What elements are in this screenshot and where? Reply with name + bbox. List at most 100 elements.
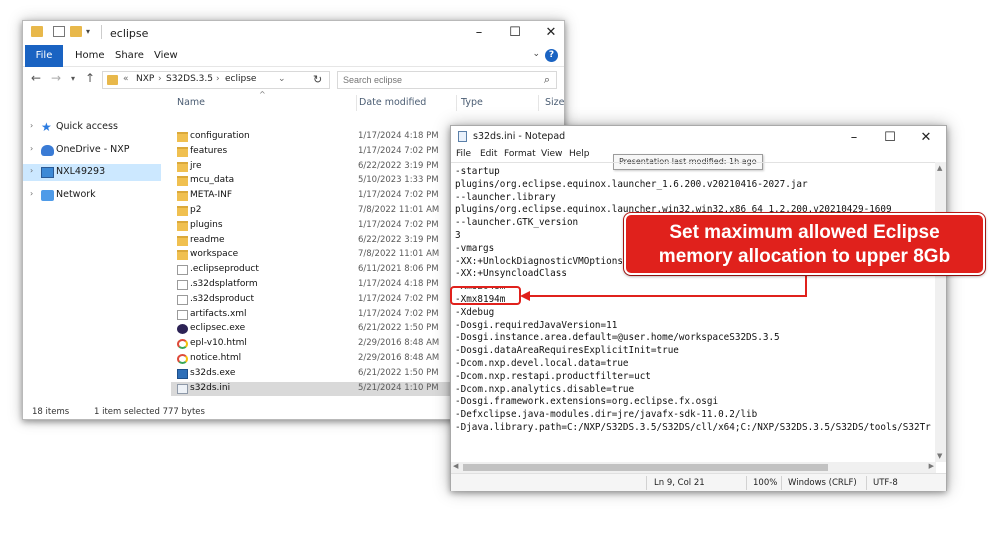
maximize-button[interactable]: ☐ — [497, 24, 533, 42]
file-name: configuration — [190, 131, 250, 141]
expand-icon[interactable]: › — [30, 166, 33, 175]
up-arrow-icon[interactable]: ↑ — [85, 71, 95, 85]
minimize-button[interactable]: – — [461, 24, 497, 42]
folder-icon — [177, 220, 188, 231]
column-header-name[interactable]: Name — [177, 93, 205, 113]
column-header-type[interactable]: Type — [461, 93, 483, 113]
file-name: META-INF — [190, 190, 233, 201]
folder-icon — [177, 176, 188, 187]
column-divider[interactable] — [356, 95, 357, 111]
chevron-down-icon[interactable]: ⌄ — [278, 74, 286, 84]
nav-item-label: Network — [56, 189, 96, 200]
file-date: 1/17/2024 7:02 PM — [358, 190, 439, 201]
file-name: plugins — [190, 219, 223, 230]
network-icon — [41, 190, 54, 201]
text-line[interactable]: -Djava.library.path=C:/NXP/S32DS.3.5/S32… — [455, 421, 931, 434]
column-header-size[interactable]: Size — [545, 93, 565, 113]
nav-item-onedrive[interactable]: › OneDrive - NXP — [23, 142, 161, 159]
folder-icon — [177, 206, 188, 216]
text-line[interactable]: plugins/org.eclipse.equinox.launcher_1.6… — [455, 178, 808, 191]
refresh-icon[interactable]: ↻ — [313, 73, 322, 86]
nav-item-quick-access[interactable]: › ★ Quick access — [23, 119, 161, 136]
nav-item-label: NXL49293 — [56, 166, 106, 177]
selection-info: 1 item selected 777 bytes — [94, 407, 205, 417]
notepad-icon — [458, 131, 467, 142]
nav-item-network[interactable]: › Network — [23, 187, 161, 204]
back-arrow-icon[interactable]: ← — [31, 71, 41, 85]
column-divider[interactable] — [456, 95, 457, 111]
horizontal-scroll-thumb[interactable] — [463, 464, 828, 471]
properties-icon[interactable] — [53, 26, 65, 37]
search-input[interactable] — [343, 75, 533, 85]
recent-locations-icon[interactable]: ▾ — [71, 74, 75, 83]
scroll-right-icon[interactable]: ▶ — [929, 462, 934, 470]
file-date: 6/11/2021 8:06 PM — [358, 264, 439, 275]
scroll-left-icon[interactable]: ◀ — [453, 462, 458, 470]
text-line[interactable]: -XX:+UnlockDiagnosticVMOptions — [455, 255, 623, 268]
text-line[interactable]: -Dosgi.instance.area.default=@user.home/… — [455, 331, 780, 344]
file-date: 6/21/2022 1:50 PM — [358, 367, 439, 378]
maximize-button[interactable]: ☐ — [872, 129, 908, 147]
text-line[interactable]: 3 — [455, 229, 461, 242]
text-line[interactable]: --launcher.GTK_version — [455, 216, 578, 229]
breadcrumb-overflow[interactable]: « — [123, 74, 129, 84]
close-button[interactable]: ✕ — [908, 129, 944, 147]
text-line[interactable]: --launcher.library — [455, 191, 556, 204]
column-header-date[interactable]: Date modified — [359, 93, 426, 113]
text-line[interactable]: -startup — [455, 165, 500, 178]
doc-icon — [177, 265, 188, 276]
breadcrumb-separator-icon: › — [216, 74, 220, 84]
tab-view[interactable]: View — [144, 45, 188, 67]
file-date: 7/8/2022 11:01 AM — [358, 205, 440, 215]
search-icon[interactable]: ⌕ — [544, 73, 550, 87]
sort-ascending-icon: ^ — [259, 90, 266, 99]
text-line[interactable]: -Dcom.nxp.devel.local.data=true — [455, 357, 629, 370]
expand-ribbon-icon[interactable]: ⌄ — [532, 49, 540, 59]
minimize-button[interactable]: – — [836, 129, 872, 147]
new-folder-icon[interactable] — [70, 26, 82, 37]
text-editor-area[interactable]: -startup plugins/org.eclipse.equinox.laun… — [451, 162, 936, 462]
file-name: workspace — [190, 249, 239, 260]
text-line[interactable]: -XX:+UnsyncloadClass — [455, 267, 567, 280]
scroll-down-icon[interactable]: ▼ — [937, 452, 942, 460]
expand-icon[interactable]: › — [30, 121, 33, 130]
file-date: 5/10/2023 1:33 PM — [358, 175, 439, 186]
item-count: 18 items — [32, 407, 70, 417]
nav-item-this-pc[interactable]: › NXL49293 — [23, 164, 161, 181]
menu-file[interactable]: File — [456, 149, 471, 159]
text-line[interactable]: -Dosgi.requiredJavaVersion=11 — [455, 319, 617, 332]
text-line[interactable]: -vmargs — [455, 242, 494, 255]
scroll-up-icon[interactable]: ▲ — [937, 164, 942, 172]
search-box[interactable]: ⌕ — [337, 71, 557, 89]
help-icon[interactable]: ? — [545, 49, 558, 62]
file-date: 1/17/2024 7:02 PM — [358, 293, 439, 304]
close-button[interactable]: ✕ — [533, 24, 569, 42]
vertical-scrollbar[interactable]: ▲ ▼ — [935, 162, 946, 462]
breadcrumb-eclipse[interactable]: eclipse — [225, 74, 256, 84]
tab-file[interactable]: File — [25, 45, 63, 67]
menu-edit[interactable]: Edit — [480, 149, 497, 159]
text-line[interactable]: -Dosgi.framework.extensions=org.eclipse.… — [455, 395, 718, 408]
menu-help[interactable]: Help — [569, 149, 590, 159]
text-line[interactable]: -Dcom.nxp.analytics.disable=true — [455, 383, 634, 396]
expand-icon[interactable]: › — [30, 144, 33, 153]
file-name: jre — [190, 160, 202, 171]
address-bar-row: ← → ▾ ↑ « NXP › S32DS.3.5 › eclipse ⌄ ↻ … — [23, 68, 564, 92]
horizontal-scrollbar[interactable]: ◀ ▶ — [451, 462, 936, 473]
breadcrumb-s32ds[interactable]: S32DS.3.5 — [166, 74, 213, 84]
column-divider[interactable] — [538, 95, 539, 111]
menu-format[interactable]: Format — [504, 149, 536, 159]
forward-arrow-icon[interactable]: → — [51, 71, 61, 85]
window-title: eclipse — [110, 27, 149, 40]
expand-icon[interactable]: › — [30, 189, 33, 198]
folder-icon — [107, 75, 118, 85]
menu-view[interactable]: View — [541, 149, 562, 159]
text-line[interactable]: -Dosgi.dataAreaRequiresExplicitInit=true — [455, 344, 679, 357]
customize-quick-access-icon[interactable]: ▾ — [86, 26, 98, 37]
address-box[interactable]: « NXP › S32DS.3.5 › eclipse ⌄ ↻ — [102, 71, 330, 89]
text-line[interactable]: -Dcom.nxp.restapi.productfilter=uct — [455, 370, 651, 383]
text-line[interactable]: -Xdebug — [455, 306, 494, 319]
text-line[interactable]: -Defxclipse.java-modules.dir=jre/javafx-… — [455, 408, 757, 421]
breadcrumb-nxp[interactable]: NXP — [136, 74, 154, 84]
html-icon — [177, 354, 188, 364]
